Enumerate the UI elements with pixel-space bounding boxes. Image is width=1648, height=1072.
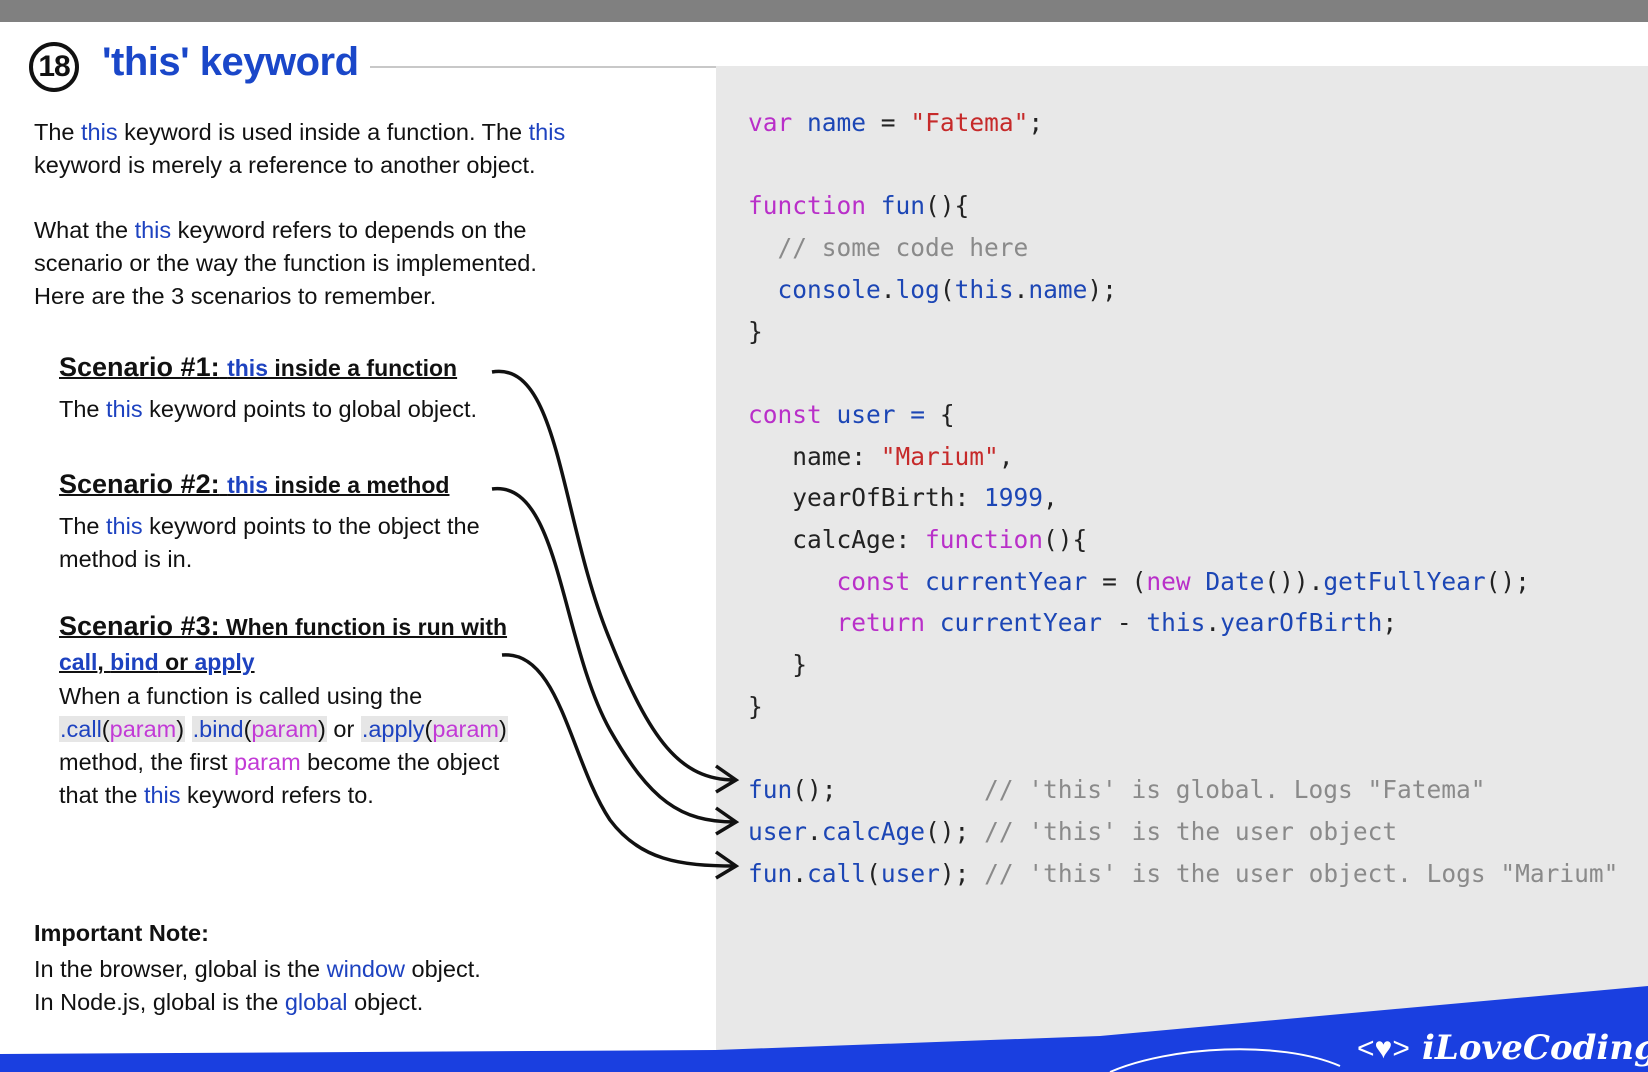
brand-logo: iLoveCoding — [1422, 1028, 1648, 1068]
code-heart-icon: <♥> — [1357, 1032, 1410, 1065]
connector-arrows — [0, 369, 1648, 1072]
arrow-scenario-1 — [491, 369, 736, 782]
arrow-scenario-3 — [501, 653, 736, 868]
